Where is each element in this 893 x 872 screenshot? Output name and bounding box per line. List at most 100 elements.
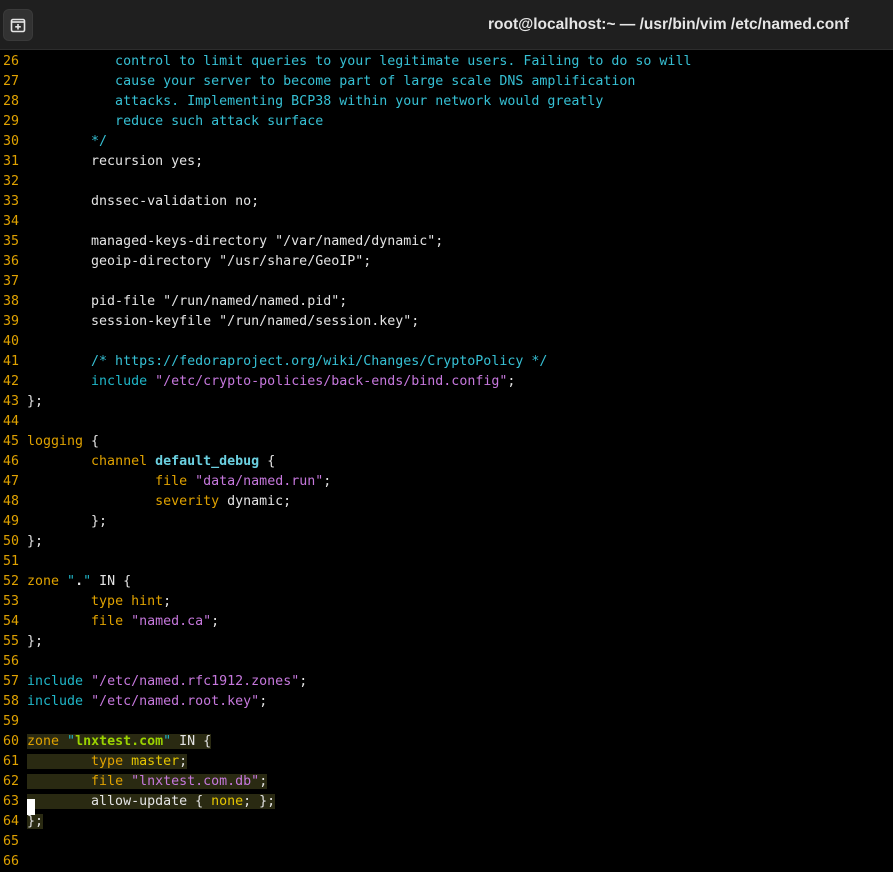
- line-text: dnssec-validation no;: [27, 194, 260, 209]
- code-line: 41 /* https://fedoraproject.org/wiki/Cha…: [0, 352, 893, 372]
- line-text: pid-file "/run/named/named.pid";: [27, 294, 348, 309]
- line-text: control to limit queries to your legitim…: [27, 54, 692, 69]
- line-number: 29: [3, 114, 20, 129]
- line-number: 45: [3, 434, 20, 449]
- code-line: 49 };: [0, 512, 893, 532]
- line-number: 41: [3, 354, 20, 369]
- line-text: type master;: [27, 752, 188, 772]
- code-line: 31 recursion yes;: [0, 152, 893, 172]
- code-line: 53 type hint;: [0, 592, 893, 612]
- line-number: 36: [3, 254, 20, 269]
- line-number: 62: [3, 774, 20, 789]
- new-tab-icon: [10, 18, 26, 33]
- line-number: 46: [3, 454, 20, 469]
- code-line: 29 reduce such attack surface: [0, 112, 893, 132]
- line-number: 57: [3, 674, 20, 689]
- line-text: recursion yes;: [27, 154, 204, 169]
- line-number: 34: [3, 214, 20, 229]
- line-text: };: [27, 514, 108, 529]
- code-line: 58 include "/etc/named.root.key";: [0, 692, 893, 712]
- code-line: 37: [0, 272, 893, 292]
- code-line: 38 pid-file "/run/named/named.pid";: [0, 292, 893, 312]
- code-line: 30 */: [0, 132, 893, 152]
- code-line: 55};: [0, 632, 893, 652]
- line-number: 38: [3, 294, 20, 309]
- code-line: 33 dnssec-validation no;: [0, 192, 893, 212]
- line-number: 48: [3, 494, 20, 509]
- line-number: 51: [3, 554, 20, 569]
- line-number: 52: [3, 574, 20, 589]
- line-text: session-keyfile "/run/named/session.key"…: [27, 314, 420, 329]
- line-number: 64: [3, 814, 20, 829]
- line-text: /* https://fedoraproject.org/wiki/Change…: [27, 354, 548, 369]
- line-text: };: [27, 534, 44, 549]
- line-text: };: [27, 394, 44, 409]
- line-text: file "data/named.run";: [155, 474, 332, 489]
- line-number: 47: [3, 474, 20, 489]
- line-number: 32: [3, 174, 20, 189]
- line-text: include "/etc/named.root.key";: [27, 694, 268, 709]
- line-number: 50: [3, 534, 20, 549]
- code-line: 59: [0, 712, 893, 732]
- line-number: 35: [3, 234, 20, 249]
- text-cursor: [27, 799, 35, 815]
- line-number: 27: [3, 74, 20, 89]
- line-text: allow-update { none; };: [27, 794, 276, 809]
- code-line: 65: [0, 832, 893, 852]
- code-line: 35 managed-keys-directory "/var/named/dy…: [0, 232, 893, 252]
- line-number: 30: [3, 134, 20, 149]
- line-number: 65: [3, 834, 20, 849]
- line-number: 49: [3, 514, 20, 529]
- line-number: 54: [3, 614, 20, 629]
- code-line: 42 include "/etc/crypto-policies/back-en…: [0, 372, 893, 392]
- line-number: 61: [3, 754, 20, 769]
- code-line: 48 severity dynamic;: [0, 492, 893, 512]
- line-number: 55: [3, 634, 20, 649]
- line-number: 42: [3, 374, 20, 389]
- code-line: 54 file "named.ca";: [0, 612, 893, 632]
- line-text: channel default_debug {: [91, 454, 276, 469]
- line-text: type hint;: [91, 594, 172, 609]
- code-line: 26 control to limit queries to your legi…: [0, 52, 893, 72]
- line-number: 40: [3, 334, 20, 349]
- line-number: 44: [3, 414, 20, 429]
- code-line: 52 zone "." IN {: [0, 572, 893, 592]
- line-number: 31: [3, 154, 20, 169]
- line-text: cause your server to become part of larg…: [27, 74, 636, 89]
- code-line: 34: [0, 212, 893, 232]
- window-title: root@localhost:~ — /usr/bin/vim /etc/nam…: [488, 16, 849, 33]
- code-line: 56: [0, 652, 893, 672]
- line-text: severity dynamic;: [155, 494, 292, 509]
- line-text: attacks. Implementing BCP38 within your …: [27, 94, 604, 109]
- code-line: 61 type master;: [0, 752, 893, 772]
- line-text: };: [27, 814, 44, 829]
- line-text: zone "lnxtest.com" IN {: [27, 734, 212, 749]
- line-number: 37: [3, 274, 20, 289]
- line-text: file "lnxtest.com.db";: [27, 772, 268, 792]
- line-number: 56: [3, 654, 20, 669]
- line-text: geoip-directory "/usr/share/GeoIP";: [27, 254, 372, 269]
- line-number: 33: [3, 194, 20, 209]
- line-number: 59: [3, 714, 20, 729]
- code-line: 62 file "lnxtest.com.db";: [0, 772, 893, 792]
- line-text: include "/etc/crypto-policies/back-ends/…: [91, 374, 516, 389]
- code-line: 47 file "data/named.run";: [0, 472, 893, 492]
- code-line: 46 channel default_debug {: [0, 452, 893, 472]
- code-line: 60 zone "lnxtest.com" IN {: [0, 732, 893, 752]
- code-line: 45 logging {: [0, 432, 893, 452]
- vim-editor[interactable]: 26 control to limit queries to your legi…: [0, 52, 893, 869]
- code-line: 39 session-keyfile "/run/named/session.k…: [0, 312, 893, 332]
- line-text: managed-keys-directory "/var/named/dynam…: [27, 234, 444, 249]
- code-line: 40: [0, 332, 893, 352]
- code-line: 44: [0, 412, 893, 432]
- code-line: 64};: [0, 812, 893, 832]
- code-line: 57 include "/etc/named.rfc1912.zones";: [0, 672, 893, 692]
- code-line: 50};: [0, 532, 893, 552]
- code-line: 27 cause your server to become part of l…: [0, 72, 893, 92]
- line-text: zone "." IN {: [27, 574, 132, 589]
- code-line: 28 attacks. Implementing BCP38 within yo…: [0, 92, 893, 112]
- code-line: 51: [0, 552, 893, 572]
- line-text: reduce such attack surface: [27, 114, 324, 129]
- new-tab-button[interactable]: [3, 9, 33, 41]
- line-number: 60: [3, 734, 20, 749]
